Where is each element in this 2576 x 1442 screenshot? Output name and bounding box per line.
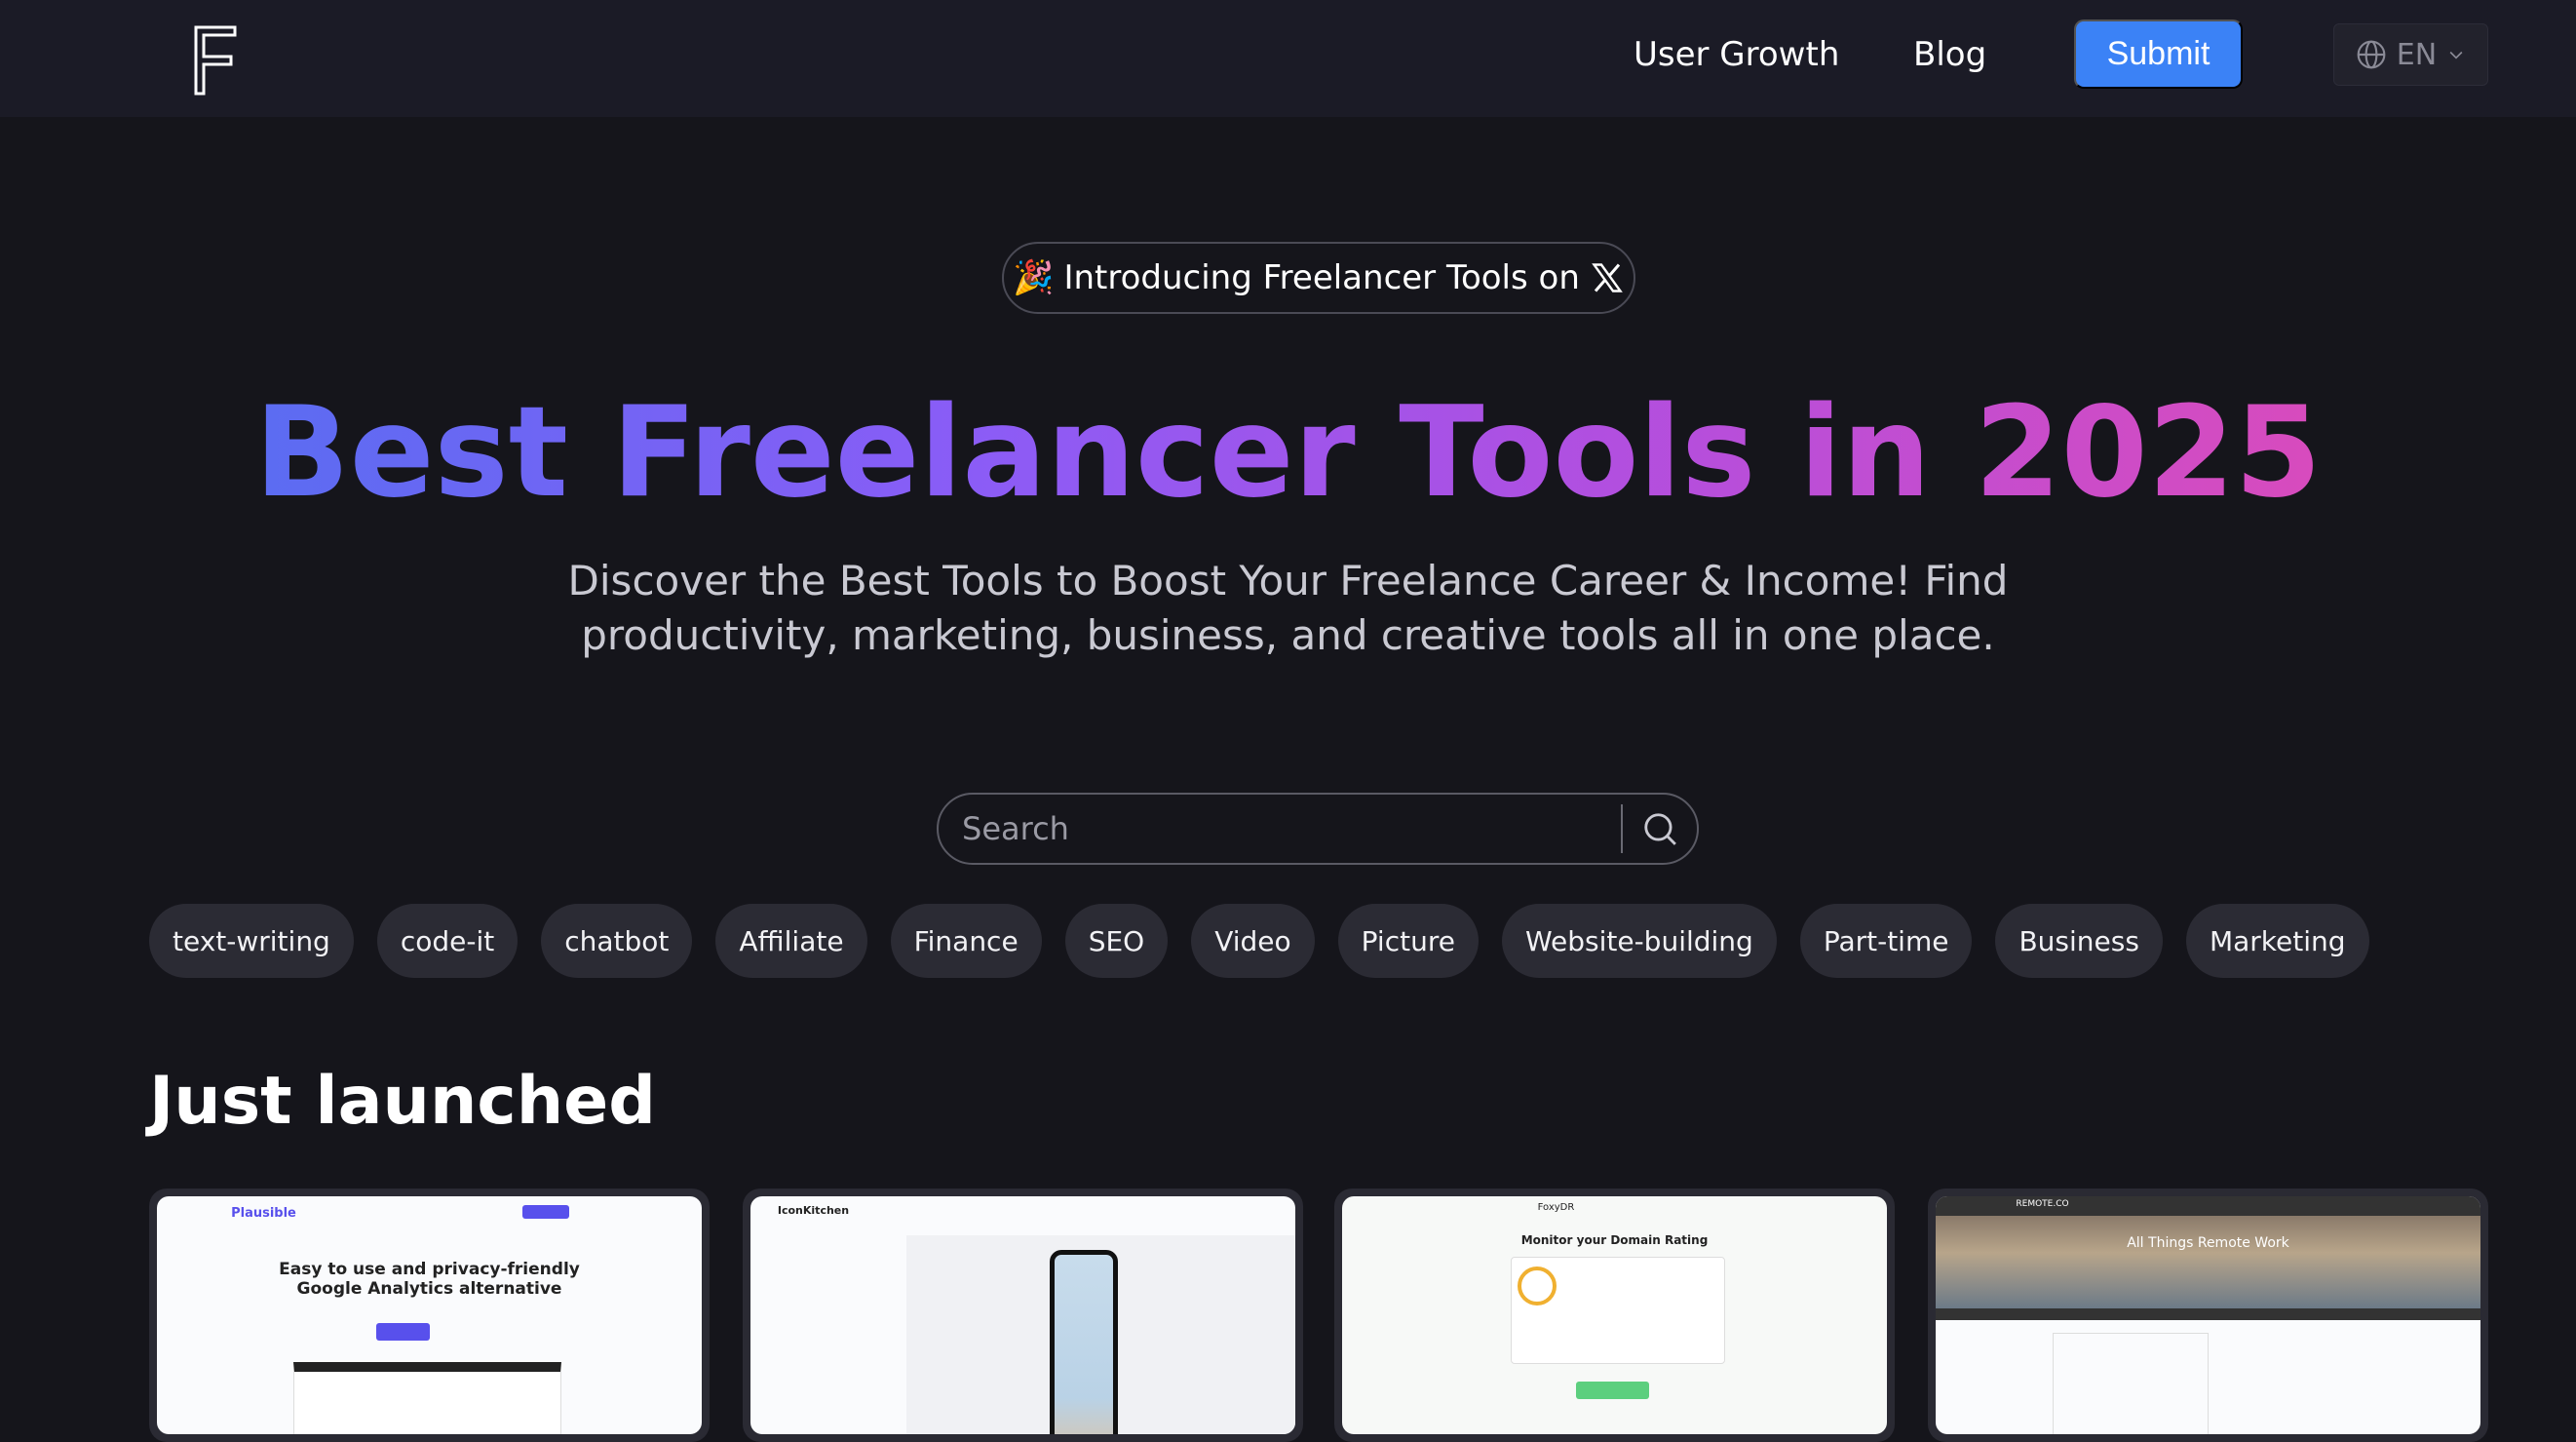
tool-card[interactable]: IconKitchen <box>743 1189 1303 1442</box>
tag-text-writing[interactable]: text-writing <box>149 904 354 978</box>
tag-chatbot[interactable]: chatbot <box>541 904 693 978</box>
tag-part-time[interactable]: Part-time <box>1799 904 1973 978</box>
tool-card[interactable]: FoxyDR Monitor your Domain Rating <box>1334 1189 1895 1442</box>
tag-affiliate[interactable]: Affiliate <box>715 904 867 978</box>
language-label: EN <box>2396 37 2438 72</box>
tag-code-it[interactable]: code-it <box>376 904 519 978</box>
section-title: Just launched <box>149 1063 656 1140</box>
header: User Growth Blog Submit EN <box>0 0 2576 117</box>
tag-website-building[interactable]: Website-building <box>1501 904 1777 978</box>
globe-icon <box>2357 40 2386 69</box>
tag-marketing[interactable]: Marketing <box>2185 904 2369 978</box>
announcement-badge[interactable]: 🎉 Introducing Freelancer Tools on <box>1002 242 1635 314</box>
tag-seo[interactable]: SEO <box>1064 904 1169 978</box>
tool-card[interactable]: Plausible Easy to use and privacy-friend… <box>149 1189 710 1442</box>
tool-screenshot: REMOTE.CO All Things Remote Work <box>1936 1196 2480 1434</box>
chevron-down-icon <box>2449 51 2463 59</box>
search-button[interactable] <box>1623 793 1697 865</box>
language-select[interactable]: EN <box>2333 23 2488 86</box>
search-bar <box>937 793 1699 865</box>
x-logo-icon <box>1592 263 1623 292</box>
tool-screenshot: Plausible Easy to use and privacy-friend… <box>157 1196 702 1434</box>
tag-picture[interactable]: Picture <box>1337 904 1479 978</box>
search-input[interactable] <box>939 810 1621 847</box>
nav-blog[interactable]: Blog <box>1913 0 1986 109</box>
nav-user-growth[interactable]: User Growth <box>1634 0 1839 109</box>
logo[interactable] <box>194 25 237 96</box>
subtitle: Discover the Best Tools to Boost Your Fr… <box>567 557 2009 659</box>
tool-card[interactable]: REMOTE.CO All Things Remote Work <box>1928 1189 2488 1442</box>
tool-screenshot: FoxyDR Monitor your Domain Rating <box>1342 1196 1887 1434</box>
badge-text: Introducing Freelancer Tools on <box>1063 258 1580 297</box>
tag-video[interactable]: Video <box>1191 904 1315 978</box>
party-popper-icon: 🎉 <box>1013 258 1055 297</box>
tag-business[interactable]: Business <box>1995 904 2163 978</box>
tag-finance[interactable]: Finance <box>890 904 1042 978</box>
tag-list: text-writing code-it chatbot Affiliate F… <box>149 904 2369 978</box>
search-icon <box>1644 813 1676 845</box>
page-title: Best Freelancer Tools in 2025 <box>254 380 2322 526</box>
submit-button[interactable]: Submit <box>2074 19 2243 89</box>
tool-screenshot: IconKitchen <box>750 1196 1295 1434</box>
